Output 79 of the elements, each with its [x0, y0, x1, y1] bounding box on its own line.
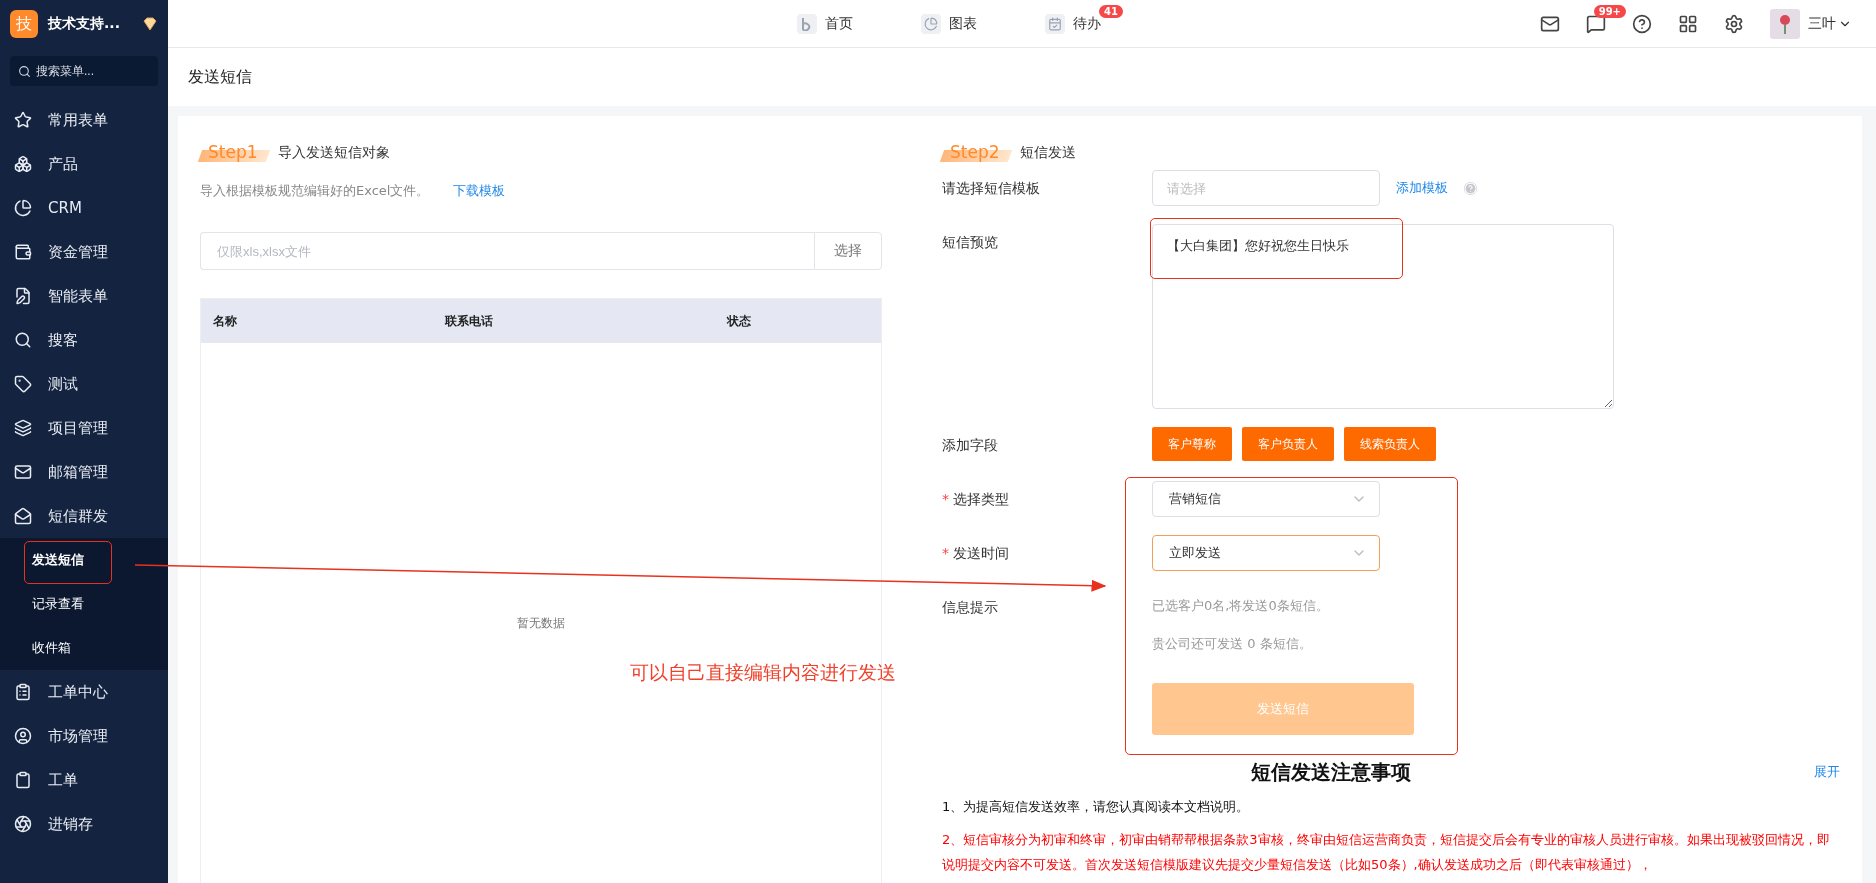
envelope-icon	[14, 507, 32, 525]
sidebar-item[interactable]: 产品	[0, 142, 168, 186]
search-icon	[14, 331, 32, 349]
sidebar-item[interactable]: 进销存	[0, 802, 168, 846]
sidebar-item[interactable]: 短信群发	[0, 494, 168, 538]
sidebar-item[interactable]: 资金管理	[0, 230, 168, 274]
field-label: 添加字段	[942, 436, 999, 455]
submenu-item[interactable]: 发送短信	[0, 538, 168, 582]
notice-text: 2、短信审核分为初审和终审，初审由销帮帮根据条款3审核，终审由短信运营商负责，短信提交后会有专业的审核人员进行审核。如果出现被驳回情况，即说明提交内容不可发送。首次发送短信模版建议先提交少量短信发送（比如50条）,确认发送成功之后（即代表审核通过），	[942, 831, 1831, 874]
form-edit-icon	[14, 287, 32, 305]
select-field[interactable]: 立即发送	[1152, 535, 1380, 571]
download-template-link[interactable]: 下载模板	[453, 182, 506, 200]
blocks-icon	[14, 155, 32, 173]
field-label: * 发送时间	[942, 544, 1010, 563]
diamond-icon	[142, 17, 158, 31]
clipboard-icon	[14, 683, 32, 701]
home-icon	[797, 13, 817, 34]
sidebar-item[interactable]: 市场管理	[0, 714, 168, 758]
info-text: 贵公司还可发送 0 条短信。	[1152, 635, 1313, 653]
help-icon[interactable]	[1632, 13, 1652, 34]
field-label: 短信预览	[942, 233, 999, 252]
sidebar-item[interactable]: 搜客	[0, 318, 168, 362]
sidebar-item[interactable]: 项目管理	[0, 406, 168, 450]
sidebar-item[interactable]: CRM	[0, 186, 168, 230]
step-title: 导入发送短信对象	[277, 144, 390, 162]
nav-tab[interactable]: 图表	[921, 13, 977, 34]
submenu-item[interactable]: 记录查看	[0, 582, 168, 626]
tag-icon	[14, 375, 32, 393]
calendar-check-icon	[1045, 13, 1065, 34]
notice-text: 1、为提高短信发送效率，请您认真阅读本文档说明。	[942, 798, 1251, 816]
field-label: * 选择类型	[942, 490, 1010, 509]
select-field[interactable]: 营销短信	[1152, 481, 1380, 517]
info-text: 已选客户0名,将发送0条短信。	[1152, 597, 1330, 615]
import-description: 导入根据模板规范编辑好的Excel文件。	[200, 182, 430, 200]
sidebar-item[interactable]: 工单	[0, 758, 168, 802]
sidebar-item[interactable]: 邮箱管理	[0, 450, 168, 494]
sidebar-item[interactable]: 工单中心	[0, 670, 168, 714]
nav-tab[interactable]: 首页	[797, 13, 853, 34]
user-circle-icon	[14, 727, 32, 745]
notice-title: 短信发送注意事项	[1251, 759, 1411, 786]
pie-chart-icon	[921, 13, 941, 34]
step-title: 短信发送	[1019, 144, 1076, 162]
message-icon[interactable]	[1586, 13, 1606, 34]
count-badge: 41	[1099, 4, 1123, 18]
sidebar-item[interactable]: 测试	[0, 362, 168, 406]
pie-chart-icon	[14, 199, 32, 217]
count-badge: 99+	[1593, 4, 1626, 18]
settings-icon[interactable]	[1724, 13, 1744, 34]
choose-button[interactable]: 选择	[814, 232, 882, 270]
empty-text: 暂无数据	[517, 614, 565, 632]
wallet-icon	[14, 243, 32, 261]
preview-textarea[interactable]: 【大白集团】您好祝您生日快乐	[1152, 224, 1614, 409]
expand-link[interactable]: 展开	[1814, 763, 1840, 781]
nav-tab[interactable]: 待办	[1045, 13, 1101, 34]
submenu-item[interactable]: 收件箱	[0, 626, 168, 670]
apps-grid-icon[interactable]	[1678, 13, 1698, 34]
menu-search-field[interactable]: 搜索菜单...	[10, 56, 158, 86]
org-logo: 技	[10, 10, 38, 38]
mail-icon	[14, 463, 32, 481]
sidebar-item[interactable]: 智能表单	[0, 274, 168, 318]
page-title: 发送短信	[188, 66, 252, 88]
star-icon	[14, 111, 32, 129]
aperture-icon	[14, 815, 32, 833]
org-name[interactable]: 技术支持...	[48, 15, 132, 33]
column-header: 名称	[213, 312, 238, 330]
template-select-field[interactable]: 请选择	[1152, 170, 1380, 206]
layers-icon	[14, 419, 32, 437]
column-header: 联系电话	[445, 312, 494, 330]
file-input-field[interactable]: 仅限xls,xlsx文件	[200, 232, 814, 270]
column-header: 状态	[727, 312, 752, 330]
help-icon	[1464, 181, 1477, 195]
avatar-icon[interactable]	[1770, 8, 1800, 39]
field-label: 请选择短信模板	[942, 179, 1041, 198]
add-template-link[interactable]: 添加模板	[1396, 179, 1448, 197]
user-name[interactable]: 三叶	[1808, 14, 1836, 33]
field-label: 信息提示	[942, 598, 999, 617]
clipboard-icon	[14, 771, 32, 789]
annotation-text: 可以自己直接编辑内容进行发送	[630, 660, 896, 685]
sidebar-item[interactable]: 常用表单	[0, 98, 168, 142]
